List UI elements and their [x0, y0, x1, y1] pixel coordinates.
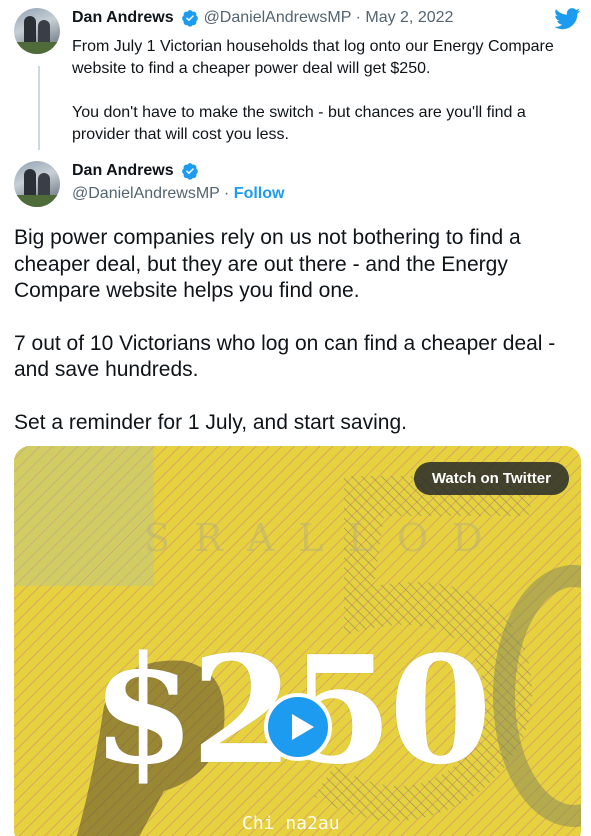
author-handle[interactable]: @DanielAndrewsMP: [72, 185, 220, 202]
author-name[interactable]: Dan Andrews: [72, 162, 174, 179]
quoted-paragraph: From July 1 Victorian households that lo…: [72, 38, 554, 77]
play-button[interactable]: [264, 693, 332, 761]
quoted-author-name[interactable]: Dan Andrews: [72, 9, 174, 26]
quoted-author-handle[interactable]: @DanielAndrewsMP: [204, 9, 352, 26]
watermark: Chi na2au: [242, 813, 340, 834]
quoted-author-avatar[interactable]: [14, 8, 60, 54]
tweet-body: Big power companies rely on us not bothe…: [14, 225, 584, 462]
tweet-author-row: Dan Andrews: [72, 162, 199, 180]
verified-badge-icon: [182, 10, 198, 27]
thread-line: [38, 66, 40, 150]
verified-badge-icon: [182, 163, 198, 180]
twitter-bird-icon[interactable]: [554, 8, 581, 30]
tweet-handle-row: @DanielAndrewsMP · Follow: [72, 185, 284, 203]
quoted-tweet-header: Dan Andrews @DanielAndrewsMP · May 2, 20…: [72, 9, 453, 27]
svg-text:S R A L L O D: S R A L L O D: [144, 516, 489, 560]
watch-on-twitter-button[interactable]: Watch on Twitter: [413, 462, 569, 495]
tweet-paragraph: Set a reminder for 1 July, and start sav…: [14, 410, 407, 434]
header-separator: ·: [355, 9, 361, 27]
video-media-card[interactable]: S R A L L O D Watch on Twitter $250 Chi …: [14, 446, 581, 836]
handle-separator: ·: [224, 185, 230, 202]
play-icon: [292, 714, 314, 740]
follow-button[interactable]: Follow: [234, 185, 285, 202]
quoted-paragraph: You don't have to make the switch - but …: [72, 104, 526, 143]
author-avatar[interactable]: [14, 161, 60, 207]
tweet-paragraph: Big power companies rely on us not bothe…: [14, 226, 521, 302]
tweet-paragraph: 7 out of 10 Victorians who log on can fi…: [14, 331, 556, 382]
quoted-tweet-date[interactable]: May 2, 2022: [365, 9, 453, 26]
quoted-tweet-body: From July 1 Victorian households that lo…: [72, 36, 572, 168]
